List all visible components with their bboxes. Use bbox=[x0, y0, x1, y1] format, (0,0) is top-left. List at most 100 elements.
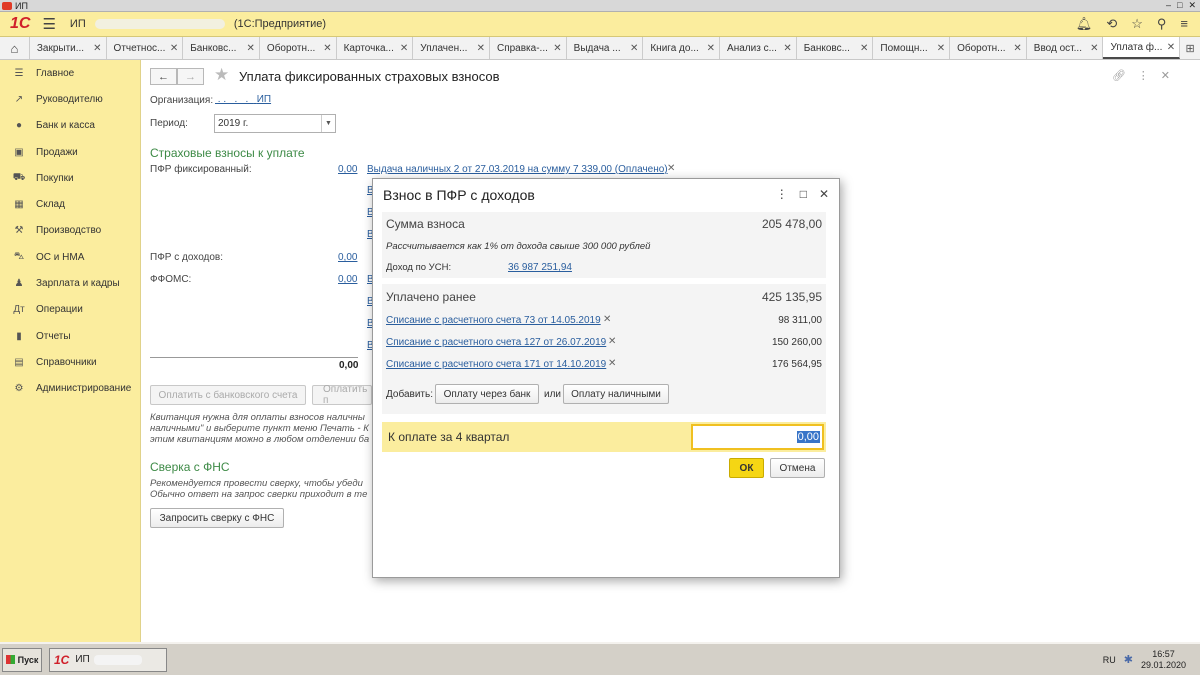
sidebar-item-label: ОС и НМА bbox=[36, 251, 85, 263]
pfr-fixed-value[interactable]: 0,00 bbox=[338, 164, 357, 175]
history-icon[interactable]: ⟲ bbox=[1106, 16, 1117, 32]
tab[interactable]: Закрыти... ✕ bbox=[30, 37, 107, 59]
pay-cash-button[interactable]: Оплатить п bbox=[312, 384, 372, 406]
more-tabs-icon[interactable]: ⊞ bbox=[1180, 37, 1200, 59]
add-cash-payment-button[interactable]: Оплату наличными bbox=[563, 384, 669, 404]
remove-icon[interactable]: ✕ bbox=[667, 163, 675, 174]
tab[interactable]: Отчетнос... ✕ bbox=[107, 37, 184, 59]
close-icon[interactable]: ✕ bbox=[783, 43, 791, 54]
home-icon[interactable]: ⌂ bbox=[0, 37, 30, 59]
sidebar-item-catalogs[interactable]: ▤ Справочники bbox=[0, 349, 140, 375]
forward-button[interactable]: → bbox=[177, 68, 204, 85]
add-bank-payment-button[interactable]: Оплату через банк bbox=[435, 384, 539, 404]
sidebar-item-production[interactable]: ⚒ Производство bbox=[0, 218, 140, 244]
sidebar-item-reports[interactable]: ▮ Отчеты bbox=[0, 323, 140, 349]
chevron-down-icon[interactable]: ▼ bbox=[321, 115, 335, 132]
close-icon[interactable]: ✕ bbox=[93, 43, 101, 54]
sidebar-item-bank[interactable]: ● Банк и касса bbox=[0, 113, 140, 139]
to-pay-row: К оплате за 4 квартал 0,00 bbox=[382, 422, 826, 452]
sidebar-item-director[interactable]: ↗ Руководителю bbox=[0, 86, 140, 112]
close-icon[interactable]: ✕ bbox=[1090, 43, 1098, 54]
link-icon[interactable]: 🔗︎ bbox=[1112, 69, 1126, 82]
maximize-icon[interactable]: □ bbox=[1177, 0, 1182, 11]
remove-icon[interactable]: ✕ bbox=[608, 358, 616, 369]
sidebar-item-purchases[interactable]: ⛟ Покупки bbox=[0, 165, 140, 191]
main-menu-icon[interactable]: ☰ bbox=[42, 15, 55, 33]
remove-icon[interactable]: ✕ bbox=[603, 314, 611, 325]
ok-button[interactable]: ОК bbox=[729, 458, 764, 478]
tab[interactable]: Ввод ост... ✕ bbox=[1027, 37, 1104, 59]
sidebar-item-main[interactable]: ☰ Главное bbox=[0, 60, 140, 86]
tab[interactable]: Помощн... ✕ bbox=[873, 37, 951, 59]
sections-sidebar: ☰ Главное ↗ Руководителю ● Банк и касса ▣ Пр… bbox=[0, 60, 141, 642]
or-label: или bbox=[544, 389, 562, 400]
close-icon[interactable]: ✕ bbox=[819, 187, 829, 201]
close-icon[interactable]: ✕ bbox=[400, 43, 408, 54]
org-value-link[interactable]: . . . . ИП bbox=[215, 94, 271, 105]
language-indicator[interactable]: RU bbox=[1103, 655, 1116, 665]
tab[interactable]: Выдача ... ✕ bbox=[567, 37, 644, 59]
income-value-link[interactable]: 36 987 251,94 bbox=[508, 262, 572, 273]
bell-icon[interactable]: 🔔︎ bbox=[1076, 16, 1093, 32]
pay-from-bank-button[interactable]: Оплатить с банковского счета bbox=[150, 385, 306, 405]
pfr-income-value[interactable]: 0,00 bbox=[338, 252, 357, 263]
close-icon[interactable]: ✕ bbox=[1188, 0, 1196, 11]
back-button[interactable]: ← bbox=[150, 68, 177, 85]
close-icon[interactable]: ✕ bbox=[247, 43, 255, 54]
os-taskbar: Пуск 1С ИП RU ✱ 16:57 29.01.2020 bbox=[0, 642, 1200, 675]
period-select[interactable]: 2019 г. ▼ bbox=[214, 114, 336, 133]
tab-active[interactable]: Уплата ф... ✕ bbox=[1103, 37, 1181, 59]
tab[interactable]: Карточка... ✕ bbox=[337, 37, 414, 59]
sidebar-item-salary[interactable]: ♟ Зарплата и кадры bbox=[0, 270, 140, 296]
sidebar-item-sales[interactable]: ▣ Продажи bbox=[0, 139, 140, 165]
more-icon[interactable]: ⋮ bbox=[1138, 69, 1149, 82]
tab[interactable]: Уплачен... ✕ bbox=[413, 37, 490, 59]
tab-label: Банковс... bbox=[190, 42, 237, 54]
tab[interactable]: Банковс... ✕ bbox=[183, 37, 260, 59]
to-pay-input[interactable]: 0,00 bbox=[691, 424, 824, 450]
close-icon[interactable]: ✕ bbox=[1161, 69, 1170, 82]
remove-icon[interactable]: ✕ bbox=[608, 336, 616, 347]
tab[interactable]: Книга до... ✕ bbox=[643, 37, 721, 59]
close-icon[interactable]: ✕ bbox=[630, 43, 638, 54]
sidebar-item-assets[interactable]: ⛍ ОС и НМА bbox=[0, 244, 140, 270]
payment-amount: 176 564,95 bbox=[771, 359, 822, 370]
close-icon[interactable]: ✕ bbox=[707, 43, 715, 54]
favorite-star-icon[interactable]: ★ bbox=[214, 65, 229, 85]
payment-document-link[interactable]: Списание с расчетного счета 73 от 14.05.… bbox=[386, 315, 601, 326]
start-button[interactable]: Пуск bbox=[2, 647, 42, 672]
request-reconciliation-button[interactable]: Запросить сверку с ФНС bbox=[150, 508, 284, 528]
close-icon[interactable]: ✕ bbox=[1167, 42, 1175, 53]
pfr-fixed-document-link[interactable]: Выдача наличных 2 от 27.03.2019 на сумму… bbox=[367, 164, 668, 175]
payment-document-link[interactable]: Списание с расчетного счета 127 от 26.07… bbox=[386, 337, 606, 348]
payment-document-link[interactable]: Списание с расчетного счета 171 от 14.10… bbox=[386, 359, 606, 370]
clock[interactable]: 16:57 29.01.2020 bbox=[1141, 649, 1186, 671]
sidebar-item-operations[interactable]: Дт Операции bbox=[0, 297, 140, 323]
tab[interactable]: Справка-... ✕ bbox=[490, 37, 567, 59]
ffoms-value[interactable]: 0,00 bbox=[338, 274, 357, 285]
close-icon[interactable]: ✕ bbox=[170, 43, 178, 54]
close-icon[interactable]: ✕ bbox=[553, 43, 561, 54]
tab[interactable]: Банковс... ✕ bbox=[797, 37, 874, 59]
sidebar-item-admin[interactable]: ⚙ Администрирование bbox=[0, 376, 140, 402]
sidebar-item-warehouse[interactable]: ▦ Склад bbox=[0, 191, 140, 217]
favorites-star-icon[interactable]: ☆ bbox=[1131, 16, 1143, 32]
maximize-icon[interactable]: □ bbox=[800, 187, 807, 201]
cancel-button[interactable]: Отмена bbox=[770, 458, 825, 478]
tab[interactable]: Оборотн... ✕ bbox=[950, 37, 1027, 59]
close-icon[interactable]: ✕ bbox=[323, 43, 331, 54]
tray-settings-icon[interactable]: ✱ bbox=[1124, 653, 1133, 666]
close-icon[interactable]: ✕ bbox=[937, 43, 945, 54]
search-icon[interactable]: ⚲ bbox=[1157, 16, 1167, 32]
close-icon[interactable]: ✕ bbox=[860, 43, 868, 54]
settings-icon[interactable]: ≡ bbox=[1180, 16, 1188, 32]
tab[interactable]: Оборотн... ✕ bbox=[260, 37, 337, 59]
sidebar-item-label: Руководителю bbox=[36, 93, 103, 105]
person-icon: ♟ bbox=[14, 278, 24, 290]
minimize-icon[interactable]: ‒ bbox=[1166, 0, 1171, 11]
close-icon[interactable]: ✕ bbox=[1013, 43, 1021, 54]
tab[interactable]: Анализ с... ✕ bbox=[720, 37, 797, 59]
taskbar-app-1c[interactable]: 1С ИП bbox=[49, 647, 167, 672]
more-icon[interactable]: ⋮ bbox=[776, 187, 788, 201]
close-icon[interactable]: ✕ bbox=[477, 43, 485, 54]
